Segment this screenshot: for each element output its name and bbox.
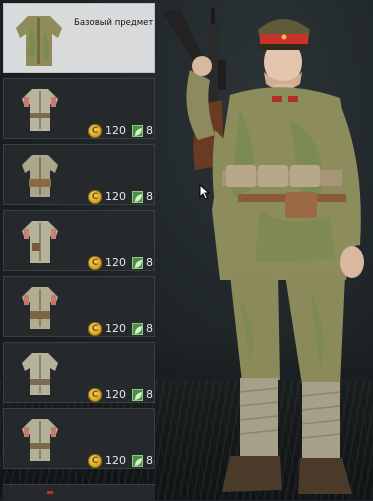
next-item-card-partial[interactable] <box>3 484 155 501</box>
item-order-count: 8 <box>146 124 153 137</box>
marker <box>47 491 53 494</box>
tunic-icon <box>22 419 58 461</box>
item-order-count: 8 <box>146 322 153 335</box>
base-item-label: Базовый предмет <box>74 18 154 28</box>
green-leaf-icon <box>132 257 143 269</box>
uniform-item-card[interactable]: 120 8 <box>3 78 155 139</box>
item-order-count: 8 <box>146 256 153 269</box>
item-price: 120 <box>105 256 126 269</box>
item-order-count: 8 <box>146 190 153 203</box>
uniform-item-card[interactable]: 120 8 <box>3 144 155 205</box>
gold-coin-icon <box>88 190 102 204</box>
item-order-count: 8 <box>146 388 153 401</box>
tunic-icon <box>22 155 58 197</box>
item-list: Базовый предмет 120 8 <box>3 3 155 500</box>
green-leaf-icon <box>132 455 143 467</box>
game-scene: Базовый предмет 120 8 <box>0 0 373 501</box>
soldier-preview <box>162 8 364 494</box>
tunic-icon <box>22 353 58 395</box>
green-leaf-icon <box>132 191 143 203</box>
item-price: 120 <box>105 322 126 335</box>
uniform-item-card[interactable]: 120 8 <box>3 408 155 469</box>
item-price: 120 <box>105 124 126 137</box>
gold-coin-icon <box>88 124 102 138</box>
uniform-item-card[interactable]: 120 8 <box>3 210 155 271</box>
gold-coin-icon <box>88 388 102 402</box>
green-leaf-icon <box>132 125 143 137</box>
tunic-icon <box>22 287 58 329</box>
uniform-item-card[interactable]: 120 8 <box>3 276 155 337</box>
item-price: 120 <box>105 388 126 401</box>
gold-coin-icon <box>88 322 102 336</box>
uniform-item-card[interactable]: 120 8 <box>3 342 155 403</box>
green-leaf-icon <box>132 389 143 401</box>
item-price: 120 <box>105 190 126 203</box>
tunic-icon <box>22 221 58 263</box>
tunic-icon <box>22 89 58 131</box>
gold-coin-icon <box>88 454 102 468</box>
item-order-count: 8 <box>146 454 153 467</box>
tunic-icon <box>16 16 62 66</box>
green-leaf-icon <box>132 323 143 335</box>
gold-coin-icon <box>88 256 102 270</box>
mouse-cursor-icon <box>199 184 211 200</box>
base-item-card[interactable]: Базовый предмет <box>3 3 155 73</box>
item-price: 120 <box>105 454 126 467</box>
